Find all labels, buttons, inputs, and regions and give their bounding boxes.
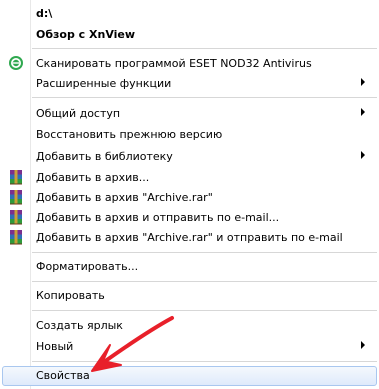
- menu-separator: [32, 97, 377, 98]
- menu-item-label: d:\: [36, 7, 53, 20]
- menu-item-browse-with-xnview[interactable]: Обзор с XnView: [2, 25, 377, 45]
- submenu-arrow-icon: [361, 78, 365, 86]
- menu-item-label: Добавить в библиотеку: [36, 150, 173, 163]
- menu-item-new[interactable]: Новый: [2, 337, 377, 357]
- menu-item-label: Создать ярлык: [36, 319, 123, 332]
- menu-item-label: Копировать: [36, 289, 105, 302]
- menu-separator: [32, 361, 377, 362]
- menu-item-label: Свойства: [36, 369, 90, 382]
- menu-item-add-to-archive-and-email[interactable]: Добавить в архив и отправить по e-mail..…: [2, 208, 377, 228]
- menu-separator: [32, 310, 377, 311]
- menu-item-label: Восстановить прежнюю версию: [36, 128, 223, 141]
- menu-item-label: Общий доступ: [36, 107, 121, 120]
- eset-icon: [9, 56, 23, 70]
- menu-item-format[interactable]: Форматировать...: [2, 257, 377, 277]
- menu-item-restore-previous-version[interactable]: Восстановить прежнюю версию: [2, 125, 377, 145]
- menu-item-advanced-functions[interactable]: Расширенные функции: [2, 74, 377, 94]
- menu-item-label: Обзор с XnView: [36, 28, 136, 41]
- winrar-icon: [10, 170, 22, 185]
- menu-separator: [32, 281, 377, 282]
- submenu-arrow-icon: [361, 108, 365, 116]
- menu-item-add-to-archive-rar-and-email[interactable]: Добавить в архив "Archive.rar" и отправи…: [2, 228, 377, 248]
- menu-item-copy[interactable]: Копировать: [2, 286, 377, 306]
- context-menu: d:\ Обзор с XnView Сканировать программо…: [0, 0, 379, 389]
- menu-item-create-shortcut[interactable]: Создать ярлык: [2, 316, 377, 336]
- menu-separator: [32, 252, 377, 253]
- winrar-icon: [10, 190, 22, 205]
- menu-item-label: Сканировать программой ESET NOD32 Antivi…: [36, 57, 312, 70]
- submenu-arrow-icon: [361, 151, 365, 159]
- menu-item-drive-label[interactable]: d:\: [2, 4, 377, 24]
- menu-item-add-to-archive-rar[interactable]: Добавить в архив "Archive.rar": [2, 188, 377, 208]
- menu-item-label: Новый: [36, 340, 74, 353]
- menu-item-include-in-library[interactable]: Добавить в библиотеку: [2, 147, 377, 167]
- menu-item-add-to-archive[interactable]: Добавить в архив...: [2, 168, 377, 188]
- menu-separator: [32, 48, 377, 49]
- submenu-arrow-icon: [361, 341, 365, 349]
- menu-item-eset-scan[interactable]: Сканировать программой ESET NOD32 Antivi…: [2, 54, 377, 74]
- menu-item-share-with[interactable]: Общий доступ: [2, 104, 377, 124]
- menu-item-properties[interactable]: Свойства: [2, 366, 377, 386]
- menu-item-label: Форматировать...: [36, 260, 139, 273]
- winrar-icon: [10, 210, 22, 225]
- menu-item-label: Добавить в архив и отправить по e-mail..…: [36, 211, 280, 224]
- menu-item-label: Добавить в архив "Archive.rar": [36, 191, 213, 204]
- menu-item-label: Расширенные функции: [36, 77, 172, 90]
- winrar-icon: [10, 230, 22, 245]
- menu-item-label: Добавить в архив...: [36, 171, 150, 184]
- menu-item-label: Добавить в архив "Archive.rar" и отправи…: [36, 231, 343, 244]
